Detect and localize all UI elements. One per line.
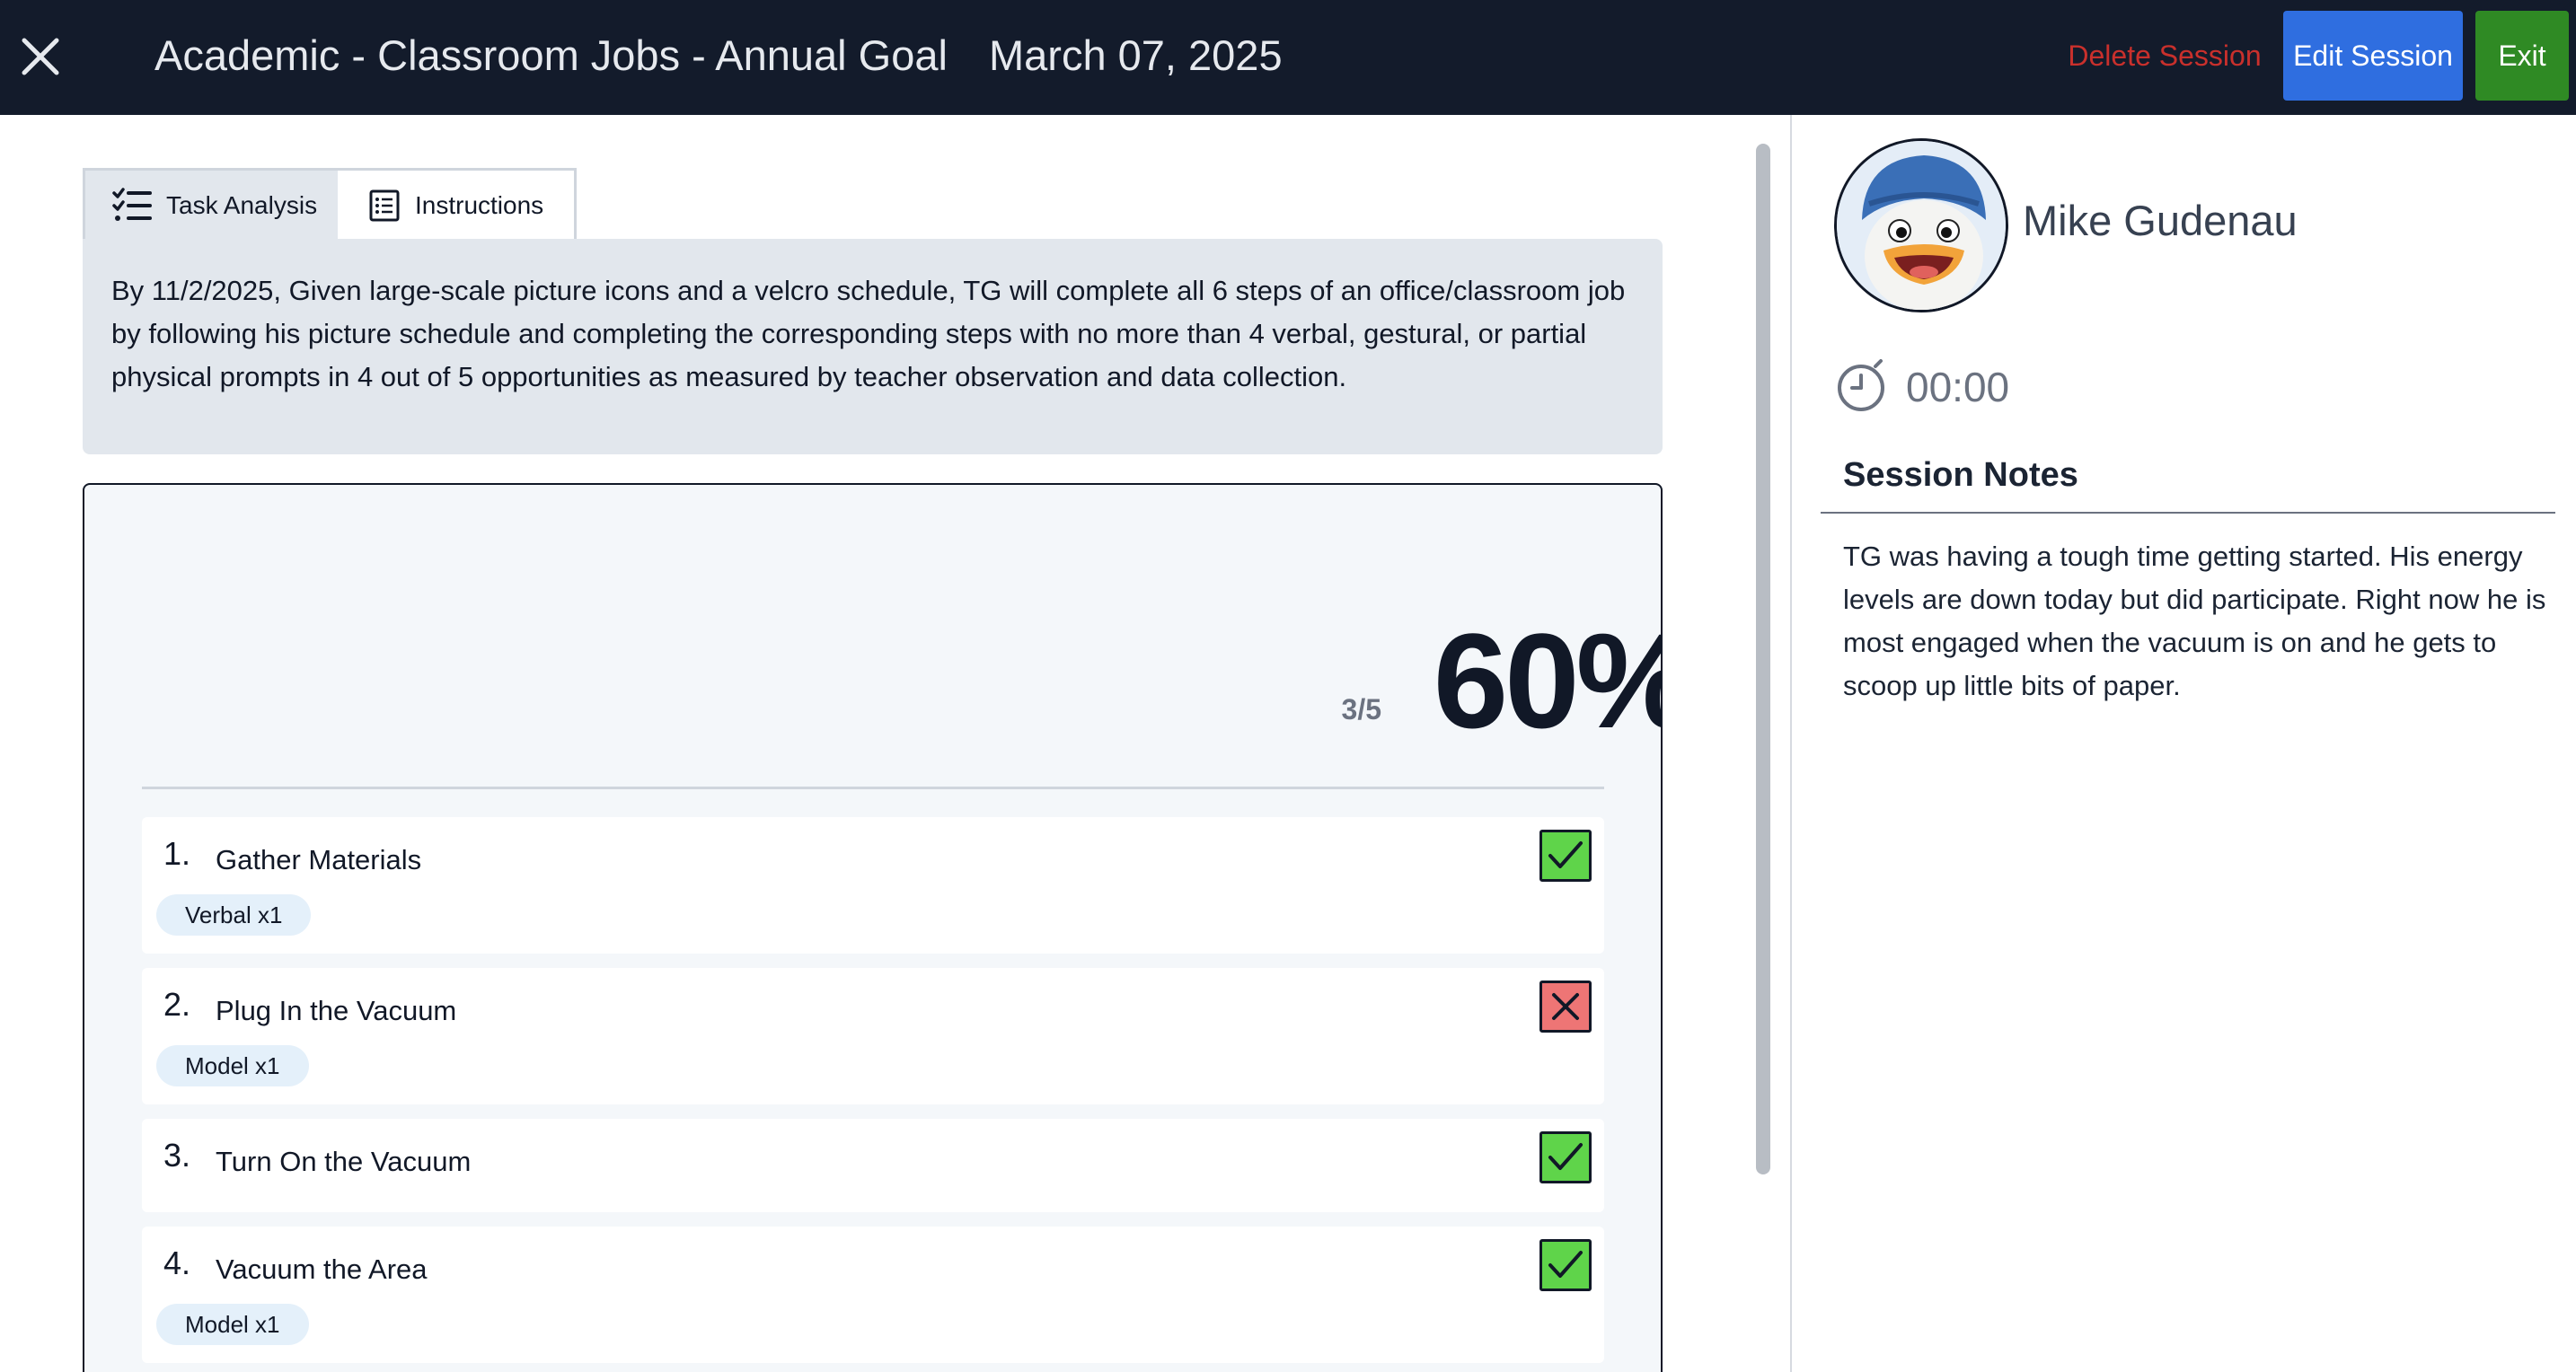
step-number: 2.	[163, 986, 191, 1023]
step-number: 4.	[163, 1244, 191, 1281]
step-title: Vacuum the Area	[216, 1253, 428, 1285]
checkmark-icon	[1548, 1143, 1583, 1170]
checkmark-icon	[1548, 1251, 1583, 1278]
prompt-badge: Model x1	[156, 1304, 309, 1345]
notes-divider	[1821, 512, 2555, 514]
tab-instructions-label: Instructions	[415, 190, 544, 219]
avatar	[1834, 138, 2008, 312]
step-title: Turn On the Vacuum	[216, 1146, 472, 1177]
close-button[interactable]	[9, 22, 72, 92]
step-status-toggle[interactable]	[1539, 1131, 1592, 1183]
exit-button[interactable]: Exit	[2475, 11, 2569, 101]
session-timer: 00:00	[1906, 364, 2010, 410]
step-status-toggle[interactable]	[1539, 830, 1592, 882]
step-row: 1. Gather Materials Verbal x1	[142, 817, 1604, 954]
prompt-badge: Model x1	[156, 1045, 309, 1086]
step-row: 2. Plug In the Vacuum Model x1	[142, 968, 1604, 1104]
document-list-icon	[368, 189, 401, 223]
step-title: Plug In the Vacuum	[216, 995, 457, 1026]
list-checks-icon	[112, 187, 152, 224]
session-notes-heading: Session Notes	[1843, 456, 2078, 494]
step-status-toggle[interactable]	[1539, 1239, 1592, 1291]
session-screen: Academic - Classroom Jobs - Annual Goal …	[0, 0, 2576, 1372]
step-title: Gather Materials	[216, 844, 422, 875]
scrollbar-thumb[interactable]	[1756, 144, 1770, 1174]
session-title: Academic - Classroom Jobs - Annual Goal	[154, 31, 948, 79]
delete-session-button[interactable]: Delete Session	[2059, 29, 2271, 83]
checkmark-icon	[1548, 841, 1583, 868]
step-row: 3. Turn On the Vacuum	[142, 1119, 1604, 1212]
step-status-toggle[interactable]	[1539, 981, 1592, 1033]
edit-session-button[interactable]: Edit Session	[2283, 11, 2463, 101]
task-steps-card: 3/5 60% 1. Gather Materials Verbal x1 2.…	[83, 483, 1663, 1372]
goal-description: By 11/2/2025, Given large-scale picture …	[83, 239, 1663, 454]
session-notes-text: TG was having a tough time getting start…	[1843, 541, 2546, 701]
close-icon	[22, 38, 59, 75]
pane-divider	[1790, 115, 1792, 1372]
step-number: 3.	[163, 1137, 191, 1174]
student-name: Mike Gudenau	[2023, 197, 2298, 244]
stopwatch-icon	[1838, 359, 1884, 411]
tab-instructions[interactable]: Instructions	[338, 171, 574, 240]
score-percent: 60%	[1433, 605, 1661, 756]
header-bar: Academic - Classroom Jobs - Annual Goal …	[0, 0, 2576, 115]
session-date: March 07, 2025	[989, 31, 1283, 79]
step-row: 4. Vacuum the Area Model x1	[142, 1227, 1604, 1363]
step-number: 1.	[163, 835, 191, 872]
tab-task-analysis-label: Task Analysis	[166, 190, 318, 219]
goal-tabs: Task Analysis Instructions	[83, 168, 577, 240]
cartoon-duck-avatar-icon	[1837, 141, 2006, 310]
prompt-badge: Verbal x1	[156, 894, 312, 936]
score-divider	[142, 787, 1604, 789]
tab-task-analysis[interactable]: Task Analysis	[85, 171, 338, 240]
x-mark-icon	[1552, 993, 1579, 1020]
